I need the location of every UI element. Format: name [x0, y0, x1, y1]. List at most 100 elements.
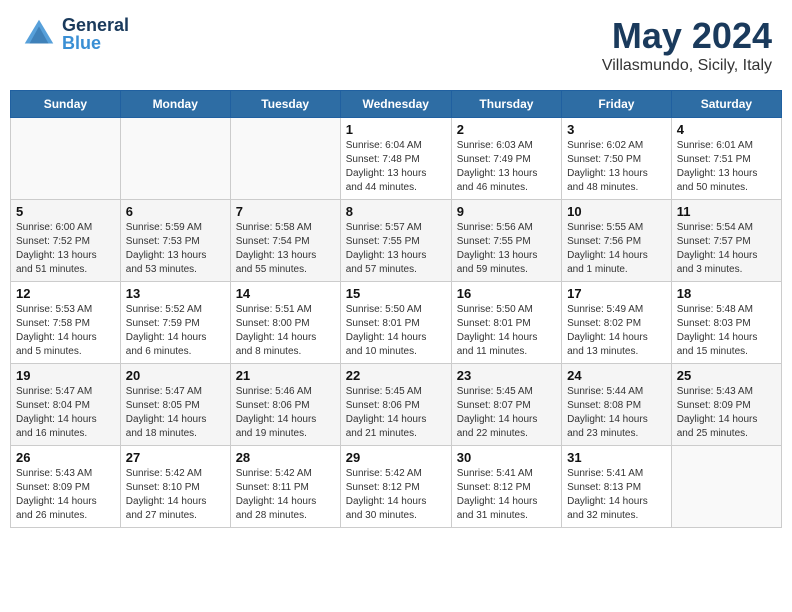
calendar-cell: 6 Sunrise: 5:59 AM Sunset: 7:53 PM Daylig…	[120, 200, 230, 282]
calendar-cell: 30 Sunrise: 5:41 AM Sunset: 8:12 PM Dayli…	[451, 446, 561, 528]
day-info: Sunrise: 5:59 AM Sunset: 7:53 PM Dayligh…	[126, 221, 225, 277]
day-info: Sunrise: 5:47 AM Sunset: 8:04 PM Dayligh…	[16, 385, 115, 441]
calendar-cell	[671, 446, 781, 528]
calendar-week-row: 1 Sunrise: 6:04 AM Sunset: 7:48 PM Daylig…	[11, 118, 782, 200]
day-number: 4	[677, 122, 776, 137]
day-info: Sunrise: 5:56 AM Sunset: 7:55 PM Dayligh…	[457, 221, 556, 277]
calendar-table: SundayMondayTuesdayWednesdayThursdayFrid…	[10, 90, 782, 528]
calendar-cell: 2 Sunrise: 6:03 AM Sunset: 7:49 PM Daylig…	[451, 118, 561, 200]
calendar-cell: 13 Sunrise: 5:52 AM Sunset: 7:59 PM Dayli…	[120, 282, 230, 364]
day-number: 30	[457, 450, 556, 465]
calendar-week-row: 5 Sunrise: 6:00 AM Sunset: 7:52 PM Daylig…	[11, 200, 782, 282]
calendar-cell: 18 Sunrise: 5:48 AM Sunset: 8:03 PM Dayli…	[671, 282, 781, 364]
day-info: Sunrise: 5:46 AM Sunset: 8:06 PM Dayligh…	[236, 385, 335, 441]
day-of-week-header: Monday	[120, 91, 230, 118]
day-number: 20	[126, 368, 225, 383]
day-number: 11	[677, 204, 776, 219]
title-block: May 2024 Villasmundo, Sicily, Italy	[602, 15, 772, 75]
calendar-cell: 25 Sunrise: 5:43 AM Sunset: 8:09 PM Dayli…	[671, 364, 781, 446]
day-info: Sunrise: 5:54 AM Sunset: 7:57 PM Dayligh…	[677, 221, 776, 277]
calendar-cell: 29 Sunrise: 5:42 AM Sunset: 8:12 PM Dayli…	[340, 446, 451, 528]
logo-icon	[20, 15, 58, 53]
day-info: Sunrise: 5:53 AM Sunset: 7:58 PM Dayligh…	[16, 303, 115, 359]
day-number: 24	[567, 368, 666, 383]
day-info: Sunrise: 5:41 AM Sunset: 8:13 PM Dayligh…	[567, 467, 666, 523]
calendar-cell: 20 Sunrise: 5:47 AM Sunset: 8:05 PM Dayli…	[120, 364, 230, 446]
day-info: Sunrise: 5:44 AM Sunset: 8:08 PM Dayligh…	[567, 385, 666, 441]
day-number: 12	[16, 286, 115, 301]
calendar-cell: 19Sunrise: 5:47 AM Sunset: 8:04 PM Dayli…	[11, 364, 121, 446]
calendar-cell: 31 Sunrise: 5:41 AM Sunset: 8:13 PM Dayli…	[562, 446, 672, 528]
day-number: 7	[236, 204, 335, 219]
calendar-cell: 10Sunrise: 5:55 AM Sunset: 7:56 PM Dayli…	[562, 200, 672, 282]
day-number: 13	[126, 286, 225, 301]
day-number: 6	[126, 204, 225, 219]
day-number: 16	[457, 286, 556, 301]
calendar-cell: 22 Sunrise: 5:45 AM Sunset: 8:06 PM Dayli…	[340, 364, 451, 446]
day-info: Sunrise: 5:43 AM Sunset: 8:09 PM Dayligh…	[677, 385, 776, 441]
location-subtitle: Villasmundo, Sicily, Italy	[602, 57, 772, 75]
day-info: Sunrise: 5:50 AM Sunset: 8:01 PM Dayligh…	[346, 303, 446, 359]
day-info: Sunrise: 6:03 AM Sunset: 7:49 PM Dayligh…	[457, 139, 556, 195]
day-info: Sunrise: 5:43 AM Sunset: 8:09 PM Dayligh…	[16, 467, 115, 523]
day-info: Sunrise: 5:45 AM Sunset: 8:06 PM Dayligh…	[346, 385, 446, 441]
day-of-week-header: Tuesday	[230, 91, 340, 118]
day-info: Sunrise: 5:42 AM Sunset: 8:11 PM Dayligh…	[236, 467, 335, 523]
calendar-cell: 8 Sunrise: 5:57 AM Sunset: 7:55 PM Daylig…	[340, 200, 451, 282]
day-number: 18	[677, 286, 776, 301]
calendar-cell: 7Sunrise: 5:58 AM Sunset: 7:54 PM Daylig…	[230, 200, 340, 282]
day-info: Sunrise: 5:41 AM Sunset: 8:12 PM Dayligh…	[457, 467, 556, 523]
day-number: 2	[457, 122, 556, 137]
day-info: Sunrise: 5:57 AM Sunset: 7:55 PM Dayligh…	[346, 221, 446, 277]
day-number: 26	[16, 450, 115, 465]
day-info: Sunrise: 5:48 AM Sunset: 8:03 PM Dayligh…	[677, 303, 776, 359]
day-info: Sunrise: 5:55 AM Sunset: 7:56 PM Dayligh…	[567, 221, 666, 277]
day-of-week-header: Sunday	[11, 91, 121, 118]
day-number: 9	[457, 204, 556, 219]
calendar-week-row: 26 Sunrise: 5:43 AM Sunset: 8:09 PM Dayli…	[11, 446, 782, 528]
day-info: Sunrise: 5:52 AM Sunset: 7:59 PM Dayligh…	[126, 303, 225, 359]
calendar-cell: 4 Sunrise: 6:01 AM Sunset: 7:51 PM Daylig…	[671, 118, 781, 200]
day-number: 1	[346, 122, 446, 137]
calendar-cell	[120, 118, 230, 200]
day-info: Sunrise: 6:01 AM Sunset: 7:51 PM Dayligh…	[677, 139, 776, 195]
calendar-cell: 14Sunrise: 5:51 AM Sunset: 8:00 PM Dayli…	[230, 282, 340, 364]
logo-text: General Blue	[62, 16, 129, 52]
calendar-cell: 21 Sunrise: 5:46 AM Sunset: 8:06 PM Dayli…	[230, 364, 340, 446]
day-info: Sunrise: 5:47 AM Sunset: 8:05 PM Dayligh…	[126, 385, 225, 441]
calendar-cell: 17Sunrise: 5:49 AM Sunset: 8:02 PM Dayli…	[562, 282, 672, 364]
day-info: Sunrise: 6:04 AM Sunset: 7:48 PM Dayligh…	[346, 139, 446, 195]
day-number: 28	[236, 450, 335, 465]
day-number: 3	[567, 122, 666, 137]
calendar-week-row: 19Sunrise: 5:47 AM Sunset: 8:04 PM Dayli…	[11, 364, 782, 446]
calendar-cell: 11 Sunrise: 5:54 AM Sunset: 7:57 PM Dayli…	[671, 200, 781, 282]
day-number: 21	[236, 368, 335, 383]
calendar-cell: 1 Sunrise: 6:04 AM Sunset: 7:48 PM Daylig…	[340, 118, 451, 200]
day-info: Sunrise: 5:42 AM Sunset: 8:10 PM Dayligh…	[126, 467, 225, 523]
calendar-cell: 5 Sunrise: 6:00 AM Sunset: 7:52 PM Daylig…	[11, 200, 121, 282]
day-info: Sunrise: 5:45 AM Sunset: 8:07 PM Dayligh…	[457, 385, 556, 441]
day-number: 22	[346, 368, 446, 383]
day-number: 29	[346, 450, 446, 465]
page-header: General Blue May 2024 Villasmundo, Sicil…	[10, 10, 782, 80]
day-number: 5	[16, 204, 115, 219]
calendar-cell: 12 Sunrise: 5:53 AM Sunset: 7:58 PM Dayli…	[11, 282, 121, 364]
calendar-week-row: 12 Sunrise: 5:53 AM Sunset: 7:58 PM Dayli…	[11, 282, 782, 364]
calendar-cell: 23Sunrise: 5:45 AM Sunset: 8:07 PM Dayli…	[451, 364, 561, 446]
day-of-week-header: Wednesday	[340, 91, 451, 118]
day-info: Sunrise: 6:00 AM Sunset: 7:52 PM Dayligh…	[16, 221, 115, 277]
logo: General Blue	[20, 15, 129, 53]
logo-general: General	[62, 16, 129, 34]
calendar-cell	[11, 118, 121, 200]
day-number: 31	[567, 450, 666, 465]
day-number: 8	[346, 204, 446, 219]
day-number: 27	[126, 450, 225, 465]
calendar-cell: 28 Sunrise: 5:42 AM Sunset: 8:11 PM Dayli…	[230, 446, 340, 528]
calendar-cell: 24 Sunrise: 5:44 AM Sunset: 8:08 PM Dayli…	[562, 364, 672, 446]
day-of-week-header: Thursday	[451, 91, 561, 118]
day-info: Sunrise: 5:42 AM Sunset: 8:12 PM Dayligh…	[346, 467, 446, 523]
day-of-week-header: Friday	[562, 91, 672, 118]
day-number: 25	[677, 368, 776, 383]
calendar-cell: 15Sunrise: 5:50 AM Sunset: 8:01 PM Dayli…	[340, 282, 451, 364]
calendar-header: SundayMondayTuesdayWednesdayThursdayFrid…	[11, 91, 782, 118]
